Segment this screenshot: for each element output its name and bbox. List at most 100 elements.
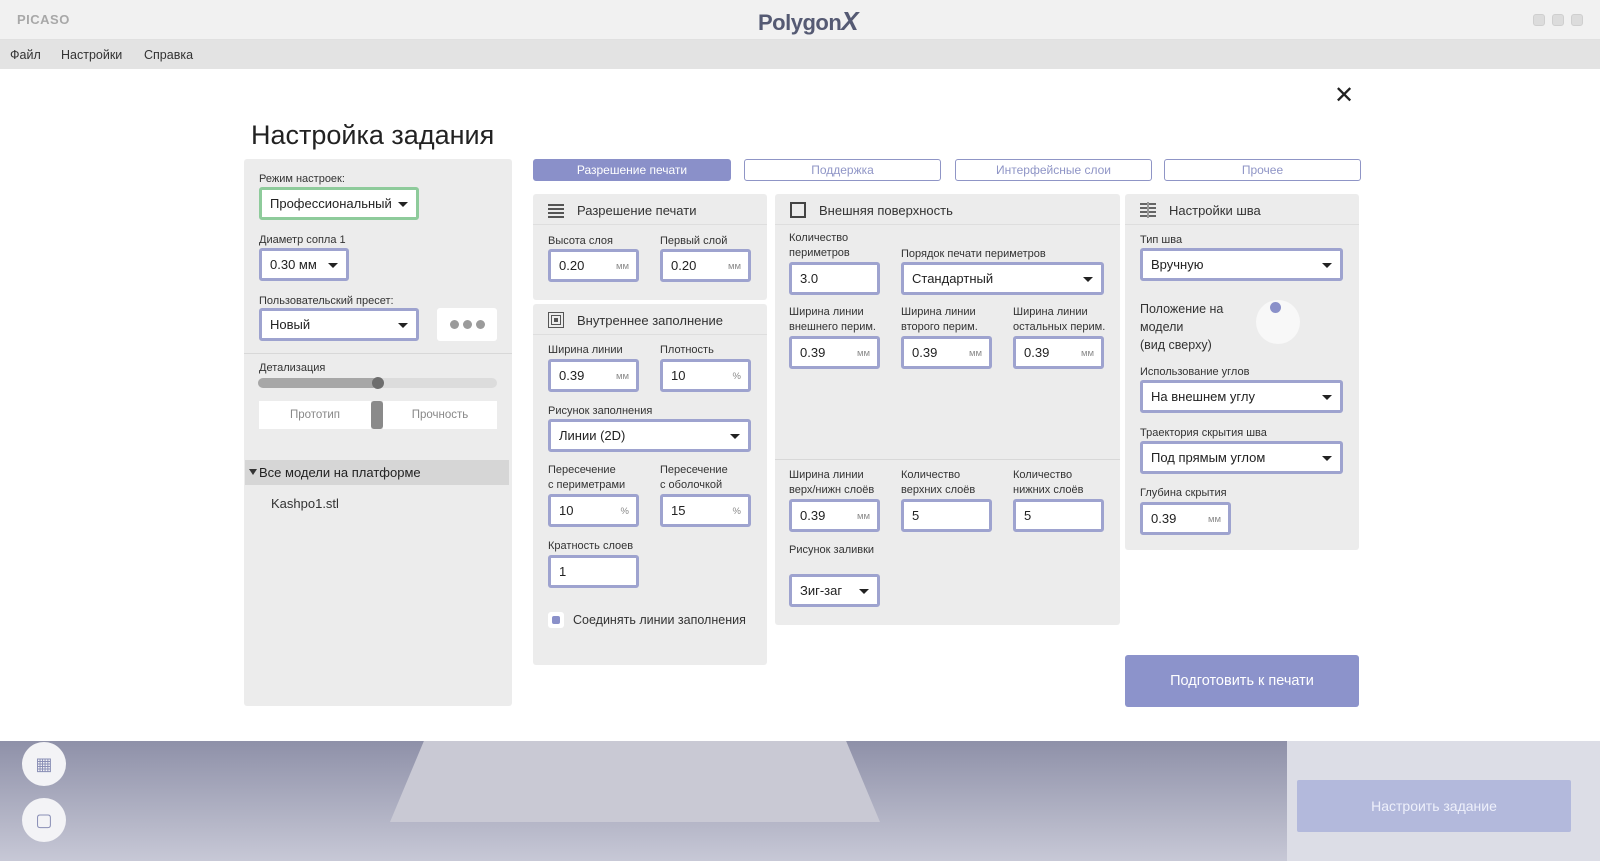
models-panel — [244, 452, 512, 706]
overlap-perim-input[interactable]: 10% — [548, 494, 639, 527]
menu-help[interactable]: Справка — [144, 48, 193, 62]
overlap-perim-value: 10 — [559, 503, 574, 518]
detail-slider-knob[interactable] — [372, 377, 384, 389]
overlap-shell-input[interactable]: 15% — [660, 494, 751, 527]
perim-count-input[interactable]: 3.0 — [789, 262, 880, 295]
grid-view-icon[interactable]: ▦ — [22, 742, 66, 786]
unit-label: мм — [1080, 348, 1094, 359]
section-header: Настройки шва — [1125, 194, 1359, 225]
w-second-input[interactable]: 0.39 мм — [901, 336, 992, 369]
overlap-shell-label: Пересечение с оболочкой — [660, 463, 728, 493]
chevron-down-icon — [1322, 456, 1332, 461]
title-bar: PICASO PolygonX — [0, 0, 1600, 40]
tab-interface-layers[interactable]: Интерфейсные слои — [955, 159, 1152, 181]
seam-position-dial[interactable] — [1256, 300, 1300, 344]
mode-select[interactable]: Профессиональный — [259, 187, 419, 220]
prepare-print-button[interactable]: Подготовить к печати — [1125, 655, 1359, 707]
line-width-input[interactable]: 0.39 мм — [548, 359, 639, 392]
w-topbot-label: Ширина линии верх/нижн слоёв — [789, 468, 874, 498]
w-second-value: 0.39 — [912, 345, 938, 360]
menu-settings[interactable]: Настройки — [61, 48, 122, 62]
unit-label: мм — [856, 348, 870, 359]
model-item[interactable]: Kashpo1.stl — [271, 496, 339, 511]
overlap-shell-value: 15 — [671, 503, 686, 518]
seam-depth-input[interactable]: 0.39 мм — [1140, 502, 1231, 535]
more-dot-icon — [475, 320, 485, 329]
close-icon[interactable]: ✕ — [1333, 84, 1355, 108]
seam-type-select[interactable]: Вручную — [1140, 248, 1343, 281]
layer-height-input[interactable]: 0.20 мм — [548, 249, 639, 282]
detail-slider-fill — [258, 378, 378, 388]
preset-select[interactable]: Новый — [259, 308, 419, 341]
seg-prototype[interactable]: Прототип — [259, 401, 371, 429]
menu-file[interactable]: Файл — [10, 48, 41, 62]
connect-lines-label: Соединять линии заполнения — [573, 613, 746, 627]
density-value: 10 — [671, 368, 686, 383]
label-line: верхних слоёв — [901, 484, 976, 496]
label-line: Пересечение — [548, 464, 616, 476]
modal-title: Настройка задания — [251, 120, 495, 150]
seam-depth-value: 0.39 — [1151, 511, 1177, 526]
perim-order-label: Порядок печати периметров — [901, 248, 1046, 260]
close-window-icon[interactable] — [1571, 14, 1583, 26]
unit-label: мм — [615, 371, 629, 382]
bottom-count-input[interactable]: 5 — [1013, 499, 1104, 532]
label-line: Количество — [901, 469, 961, 481]
nozzle-value: 0.30 мм — [270, 257, 317, 272]
unit-label: % — [732, 371, 741, 382]
triangle-down-icon — [249, 469, 257, 475]
section-header: Разрешение печати — [533, 194, 767, 225]
tab-other[interactable]: Прочее — [1164, 159, 1361, 181]
label-line: Ширина линии — [789, 306, 864, 318]
tab-support[interactable]: Поддержка — [744, 159, 941, 181]
chevron-down-icon — [398, 323, 408, 328]
detail-slider[interactable] — [258, 377, 497, 389]
w-outer-input[interactable]: 0.39 мм — [789, 336, 880, 369]
label-line: Ширина линии — [1013, 306, 1088, 318]
seg-strength[interactable]: Прочность — [383, 401, 497, 429]
label-line: с периметрами — [548, 479, 626, 491]
setup-job-button[interactable]: Настроить задание — [1297, 780, 1571, 832]
bottom-count-value: 5 — [1024, 508, 1032, 523]
w-outer-value: 0.39 — [800, 345, 826, 360]
w-rest-value: 0.39 — [1024, 345, 1050, 360]
seam-dot-icon[interactable] — [1270, 302, 1281, 313]
perim-order-value: Стандартный — [912, 271, 994, 286]
corners-select[interactable]: На внешнем углу — [1140, 380, 1343, 413]
label-line: нижних слоёв — [1013, 484, 1084, 496]
chevron-down-icon — [1322, 263, 1332, 268]
connect-lines-checkbox[interactable] — [548, 612, 564, 628]
seam-path-select[interactable]: Под прямым углом — [1140, 441, 1343, 474]
tree-all-models[interactable]: Все модели на платформе — [245, 460, 509, 485]
build-plate — [390, 740, 880, 822]
chevron-down-icon — [328, 263, 338, 268]
w-rest-input[interactable]: 0.39 мм — [1013, 336, 1104, 369]
w-topbot-input[interactable]: 0.39 мм — [789, 499, 880, 532]
tab-resolution[interactable]: Разрешение печати — [533, 159, 731, 181]
label-line: (вид сверху) — [1140, 338, 1212, 352]
preset-more-button[interactable] — [437, 308, 497, 341]
label-line: внешнего перим. — [789, 321, 876, 333]
line-width-value: 0.39 — [559, 368, 585, 383]
layer-view-icon[interactable]: ▢ — [22, 798, 66, 842]
nozzle-select[interactable]: 0.30 мм — [259, 248, 349, 281]
maximize-icon[interactable] — [1552, 14, 1564, 26]
top-count-input[interactable]: 5 — [901, 499, 992, 532]
top-count-value: 5 — [912, 508, 920, 523]
perim-order-select[interactable]: Стандартный — [901, 262, 1104, 295]
unit-label: мм — [615, 261, 629, 272]
density-input[interactable]: 10% — [660, 359, 751, 392]
seg-handle[interactable] — [371, 401, 383, 429]
fill-pattern-select[interactable]: Зиг-заг — [789, 574, 880, 607]
multiplicity-input[interactable]: 1 — [548, 555, 639, 588]
fill-pattern-label: Рисунок заливки — [789, 544, 875, 556]
density-label: Плотность — [660, 344, 714, 356]
unit-label: мм — [856, 511, 870, 522]
w-topbot-value: 0.39 — [800, 508, 826, 523]
infill-pattern-select[interactable]: Линии (2D) — [548, 419, 751, 452]
w-outer-label: Ширина линии внешнего перим. — [789, 305, 876, 335]
layers-icon — [548, 204, 564, 218]
minimize-icon[interactable] — [1533, 14, 1545, 26]
seam-depth-label: Глубина скрытия — [1140, 487, 1227, 499]
first-layer-input[interactable]: 0.20 мм — [660, 249, 751, 282]
